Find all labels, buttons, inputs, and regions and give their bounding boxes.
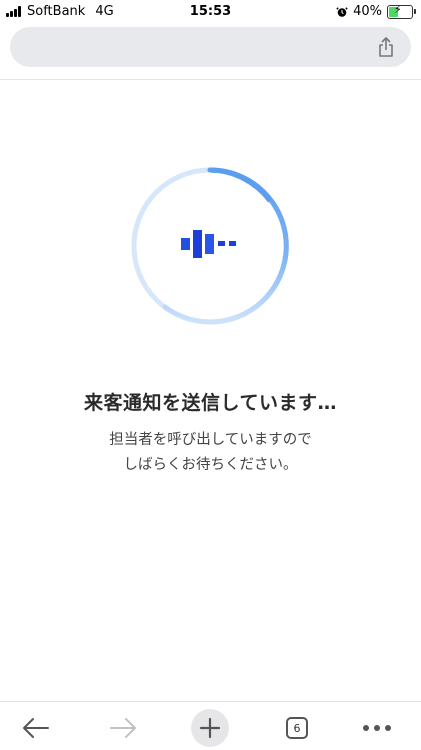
battery-icon: ⚡ (387, 2, 416, 19)
forward-arrow-icon (110, 718, 136, 738)
more-button[interactable] (357, 708, 397, 748)
loading-spinner (131, 167, 289, 325)
back-button[interactable] (16, 708, 56, 748)
tabs-icon: 6 (286, 717, 308, 739)
status-message: 担当者を呼び出していますので しばらくお待ちください。 (0, 428, 421, 478)
tab-count: 6 (293, 721, 301, 735)
back-arrow-icon (23, 718, 49, 738)
header-divider (0, 79, 421, 80)
new-tab-plus-icon (191, 709, 229, 747)
logo-icon (181, 230, 236, 258)
message-line-1: 担当者を呼び出していますので (109, 432, 312, 448)
address-bar[interactable] (10, 27, 411, 67)
charging-icon: ⚡ (394, 2, 402, 16)
status-right: 40% ⚡ (336, 2, 416, 19)
tabs-button[interactable]: 6 (277, 708, 317, 748)
battery-percent: 40% (353, 4, 382, 19)
message-line-2: しばらくお待ちください。 (123, 457, 298, 473)
new-tab-button[interactable] (190, 708, 230, 748)
browser-toolbar: 6 (0, 702, 421, 750)
page-title: 来客通知を送信しています… (84, 392, 337, 414)
alarm-icon (336, 6, 348, 17)
status-bar: SoftBank 4G 15:53 40% ⚡ (0, 0, 421, 24)
forward-button[interactable] (103, 708, 143, 748)
more-icon (363, 725, 391, 731)
share-icon[interactable] (375, 36, 397, 58)
